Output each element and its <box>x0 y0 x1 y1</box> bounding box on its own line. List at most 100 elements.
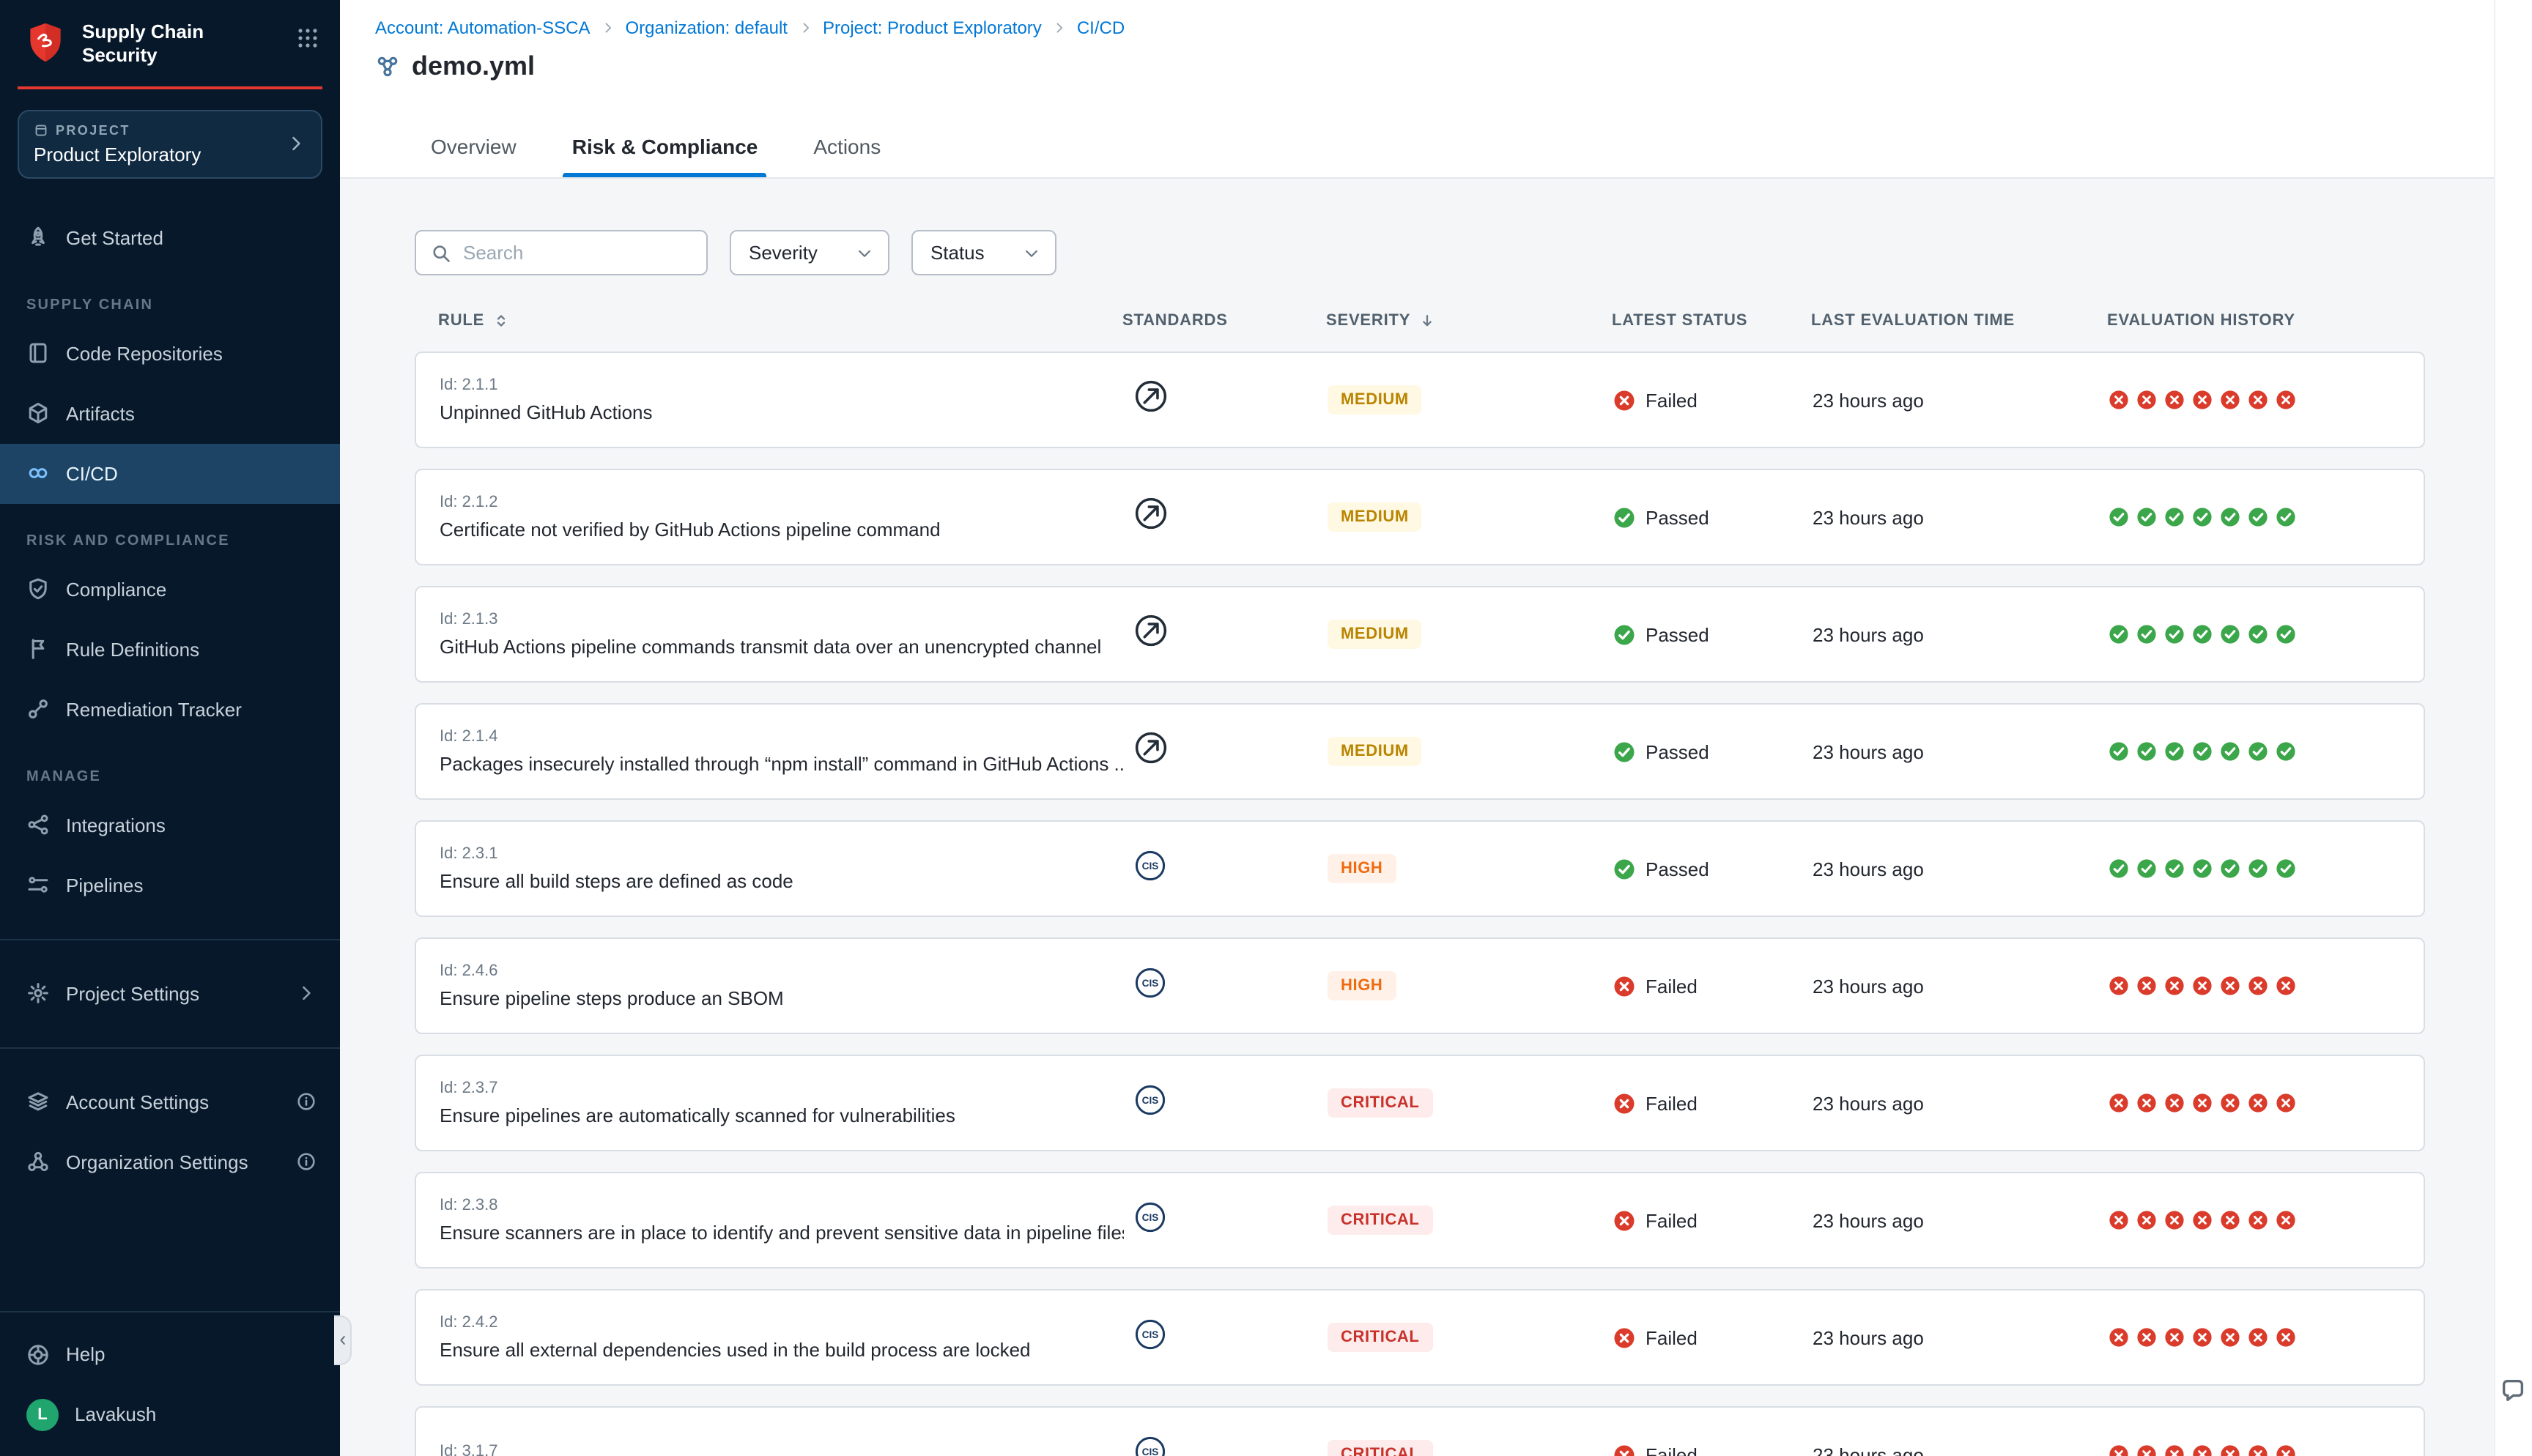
rule-row[interactable]: Id: 2.4.2Ensure all external dependencie… <box>415 1289 2425 1386</box>
fail-icon <box>2136 1327 2157 1348</box>
rule-cell: Id: 2.1.1Unpinned GitHub Actions <box>440 376 1124 423</box>
sidebar-item-ci-cd[interactable]: CI/CD <box>0 443 340 503</box>
rule-row[interactable]: Id: 2.1.2Certificate not verified by Git… <box>415 469 2425 565</box>
sidebar-item-get-started[interactable]: Get Started <box>0 207 340 267</box>
sidebar-item-pipelines[interactable]: Pipelines <box>0 855 340 915</box>
tab-actions[interactable]: Actions <box>790 123 904 177</box>
pass-icon <box>2109 858 2129 879</box>
pass-icon <box>2276 741 2296 762</box>
layers-icon <box>26 1090 50 1113</box>
rule-row[interactable]: Id: 2.4.6Ensure pipeline steps produce a… <box>415 937 2425 1034</box>
standards-cell: CIS <box>1124 1199 1328 1241</box>
filter-group: Severity Status <box>730 230 1056 275</box>
project-selector[interactable]: PROJECT Product Exploratory <box>18 109 322 178</box>
sidebar-item-compliance[interactable]: Compliance <box>0 559 340 619</box>
rule-id: Id: 2.4.6 <box>440 962 1124 980</box>
rule-row[interactable]: Id: 2.3.7Ensure pipelines are automatica… <box>415 1055 2425 1151</box>
breadcrumb-link[interactable]: Account: Automation-SSCA <box>375 18 591 38</box>
sidebar-nav: Get StartedSUPPLY CHAINCode Repositories… <box>0 178 340 915</box>
chat-icon[interactable] <box>2500 1377 2526 1403</box>
sidebar-item-code-repositories[interactable]: Code Repositories <box>0 323 340 383</box>
status-label: Passed <box>1646 858 1709 880</box>
pass-icon <box>2136 624 2157 645</box>
rule-row[interactable]: Id: 2.1.1Unpinned GitHub ActionsMEDIUMFa… <box>415 352 2425 448</box>
severity-badge: CRITICAL <box>1328 1323 1432 1352</box>
pass-icon <box>2164 741 2185 762</box>
evaluation-time: 23 hours ago <box>1813 506 2109 528</box>
pass-icon <box>2276 858 2296 879</box>
page-title: demo.yml <box>412 51 535 82</box>
breadcrumb-link[interactable]: Organization: default <box>626 18 788 38</box>
remediation-icon <box>26 697 50 721</box>
sidebar-item-artifacts[interactable]: Artifacts <box>0 383 340 443</box>
fail-icon <box>2192 976 2213 996</box>
rule-cell: Id: 2.4.6Ensure pipeline steps produce a… <box>440 962 1124 1009</box>
fail-icon <box>2164 390 2185 410</box>
sidebar-item-help[interactable]: Help <box>0 1324 340 1384</box>
rule-id: Id: 2.3.1 <box>440 845 1124 863</box>
severity-cell: CRITICAL <box>1328 1323 1613 1352</box>
latest-status: Failed <box>1613 1092 1813 1114</box>
rule-name: GitHub Actions pipeline commands transmi… <box>440 636 1124 658</box>
filter-severity[interactable]: Severity <box>730 230 889 275</box>
column-header-latest-status[interactable]: LATEST STATUS <box>1612 312 1811 330</box>
evaluation-history <box>2109 976 2400 996</box>
evaluation-history <box>2109 741 2400 762</box>
fail-icon <box>2109 1327 2129 1348</box>
standards-cell: CIS <box>1124 1082 1328 1124</box>
column-header-standards[interactable]: STANDARDS <box>1122 312 1326 330</box>
fail-icon <box>2276 976 2296 996</box>
project-label-row: PROJECT <box>34 122 286 137</box>
standards-cell <box>1124 729 1328 773</box>
page-header: Account: Automation-SSCA Organization: de… <box>340 0 2532 179</box>
breadcrumb-link[interactable]: CI/CD <box>1077 18 1125 38</box>
sort-icon <box>492 312 509 330</box>
breadcrumb-link[interactable]: Project: Product Exploratory <box>823 18 1042 38</box>
severity-badge: CRITICAL <box>1328 1440 1432 1456</box>
rule-row[interactable]: Id: 2.1.3GitHub Actions pipeline command… <box>415 586 2425 683</box>
help-icon <box>26 1342 50 1366</box>
fail-icon <box>2192 1327 2213 1348</box>
chevron-right-icon <box>286 133 306 154</box>
user-menu[interactable]: L Lavakush <box>0 1384 340 1444</box>
fail-icon <box>2248 976 2268 996</box>
column-header-evaluation-history[interactable]: EVALUATION HISTORY <box>2107 312 2402 330</box>
search-input[interactable] <box>463 242 692 264</box>
cis-icon: CIS <box>1133 847 1168 883</box>
rule-row[interactable]: Id: 2.3.1Ensure all build steps are defi… <box>415 820 2425 917</box>
sidebar-item-label: Remediation Tracker <box>66 698 242 720</box>
fail-icon <box>2164 1093 2185 1113</box>
svg-text:CIS: CIS <box>1142 1329 1159 1340</box>
tab-risk-compliance[interactable]: Risk & Compliance <box>549 123 782 177</box>
severity-badge: CRITICAL <box>1328 1206 1432 1235</box>
user-name: Lavakush <box>75 1403 156 1425</box>
rule-row[interactable]: Id: 2.3.8Ensure scanners are in place to… <box>415 1172 2425 1269</box>
arrow-circle-standard-icon <box>1133 495 1169 532</box>
standards-cell: CIS <box>1124 965 1328 1007</box>
cis-icon: CIS <box>1133 1199 1168 1234</box>
search-input-wrapper <box>415 230 708 275</box>
module-grid-icon[interactable] <box>296 26 319 50</box>
rule-row[interactable]: Id: 3.1.7CISCRITICALFailed23 hours ago <box>415 1406 2425 1456</box>
sidebar-account-group: Account SettingsOrganization Settings <box>0 1071 340 1192</box>
standards-cell: CIS <box>1124 1316 1328 1359</box>
sidebar-collapse-handle[interactable] <box>334 1315 352 1365</box>
rule-row[interactable]: Id: 2.1.4Packages insecurely installed t… <box>415 703 2425 800</box>
sidebar-item-project-settings[interactable]: Project Settings <box>0 963 340 1023</box>
latest-status: Failed <box>1613 389 1813 411</box>
evaluation-time: 23 hours ago <box>1813 1444 2109 1456</box>
sidebar-item-rule-definitions[interactable]: Rule Definitions <box>0 619 340 679</box>
sidebar-item-organization-settings[interactable]: Organization Settings <box>0 1132 340 1192</box>
filter-status[interactable]: Status <box>911 230 1056 275</box>
sidebar-item-account-settings[interactable]: Account Settings <box>0 1071 340 1132</box>
tab-overview[interactable]: Overview <box>407 123 540 177</box>
column-header-rule[interactable]: RULE <box>438 312 1122 330</box>
sidebar-item-remediation-tracker[interactable]: Remediation Tracker <box>0 679 340 739</box>
project-name: Product Exploratory <box>34 143 286 165</box>
pass-icon <box>2220 858 2240 879</box>
latest-status: Passed <box>1613 858 1813 880</box>
column-header-last-evaluation-time[interactable]: LAST EVALUATION TIME <box>1811 312 2107 330</box>
sidebar-item-integrations[interactable]: Integrations <box>0 795 340 855</box>
column-header-severity[interactable]: SEVERITY <box>1326 312 1612 330</box>
severity-badge: HIGH <box>1328 854 1396 883</box>
